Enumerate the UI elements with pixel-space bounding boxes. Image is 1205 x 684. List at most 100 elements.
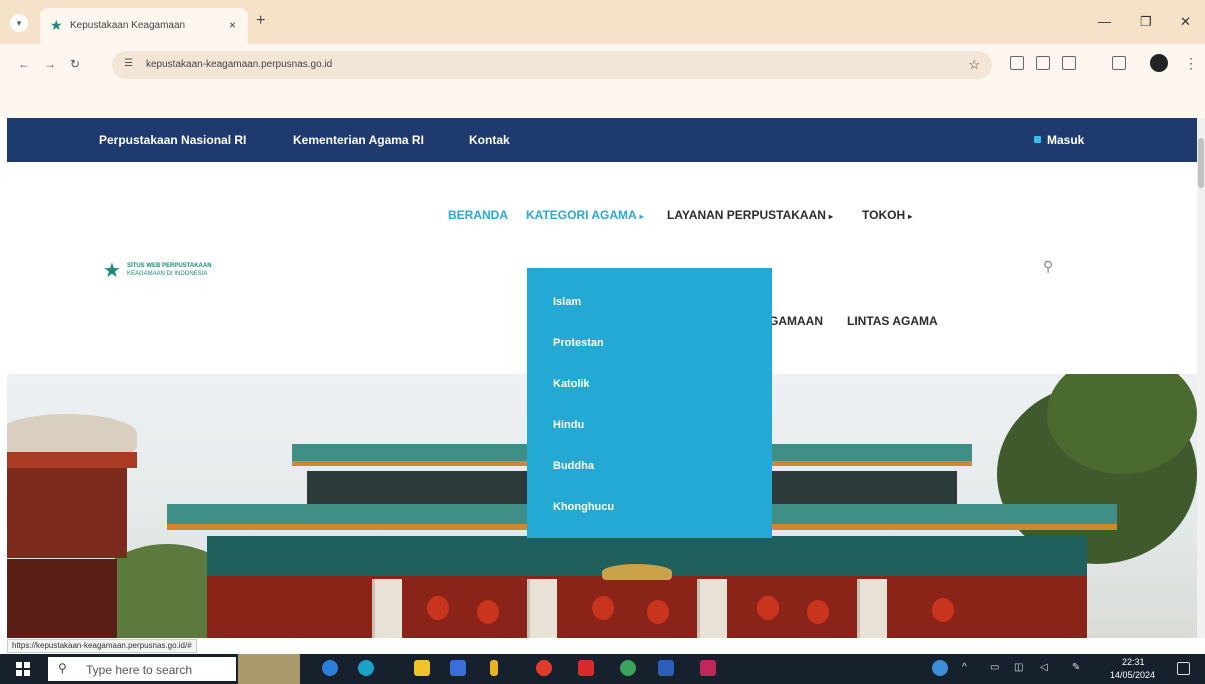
lantern-shape <box>427 596 449 620</box>
screenshot-icon[interactable] <box>1036 56 1050 70</box>
battery-icon[interactable]: ▭ <box>990 662 999 673</box>
chrome-icon[interactable] <box>620 660 636 676</box>
chevron-down-icon: ▸ <box>828 212 833 221</box>
puzzle-icon[interactable] <box>1062 56 1076 70</box>
pagoda-base <box>7 559 117 638</box>
opera-icon[interactable] <box>536 660 552 676</box>
extension-icon[interactable] <box>1010 56 1024 70</box>
volume-icon[interactable]: ◁ <box>1040 662 1048 673</box>
search-icon[interactable]: ⚲ <box>1043 258 1053 275</box>
new-tab-button[interactable]: + <box>256 12 265 30</box>
pdf-icon[interactable] <box>578 660 594 676</box>
lantern-shape <box>932 598 954 622</box>
profile-avatar[interactable] <box>1150 54 1168 72</box>
dropdown-item-islam[interactable]: Islam <box>553 296 581 308</box>
topbar-link-kemenag[interactable]: Kementerian Agama RI <box>293 133 424 147</box>
browser-toolbar: ← → ↻ ☰ kepustakaan-keagamaan.perpusnas.… <box>0 44 1205 84</box>
file-explorer-icon[interactable] <box>414 660 430 676</box>
site-logo[interactable]: ★ SITUS WEB PERPUSTAKAAN KEAGAMAAN DI IN… <box>103 260 243 282</box>
website: Perpustakaan Nasional RI Kementerian Aga… <box>7 118 1197 638</box>
lantern-shape <box>477 600 499 624</box>
chevron-down-icon: ▸ <box>639 212 644 221</box>
dropdown-item-buddha[interactable]: Buddha <box>553 460 594 472</box>
link-status-tooltip: https://kepustakaan-keagamaan.perpusnas.… <box>7 639 197 653</box>
network-icon[interactable]: ◫ <box>1014 662 1023 673</box>
close-window-icon[interactable]: ✕ <box>1180 14 1191 30</box>
temple-pillar <box>697 579 727 638</box>
app-icon[interactable] <box>490 660 498 676</box>
restore-icon[interactable]: ❐ <box>1140 14 1152 30</box>
temple-pillar <box>527 579 557 638</box>
logo-text-line2: KEAGAMAAN DI INDONESIA <box>127 271 208 277</box>
browser-tab-strip: ▾ ★ Kepustakaan Keagamaan × + — ❐ ✕ <box>0 0 1205 44</box>
lantern-shape <box>647 600 669 624</box>
tab-title: Kepustakaan Keagamaan <box>70 20 186 31</box>
address-bar[interactable]: ☰ kepustakaan-keagamaan.perpusnas.go.id … <box>112 51 992 79</box>
nav-beranda[interactable]: BERANDA <box>448 208 508 222</box>
logo-text-line1: SITUS WEB PERPUSTAKAAN <box>127 263 212 269</box>
chevron-down-icon: ▸ <box>908 212 913 221</box>
kategori-agama-dropdown: Islam Protestan Katolik Hindu Buddha Kho… <box>527 268 772 538</box>
word-icon[interactable] <box>658 660 674 676</box>
weather-icon[interactable] <box>932 660 948 676</box>
pagoda-roof <box>7 414 137 454</box>
topbar-link-kontak[interactable]: Kontak <box>469 133 510 147</box>
login-icon <box>1034 136 1041 143</box>
lantern-shape <box>807 600 829 624</box>
edge-icon[interactable] <box>358 660 374 676</box>
nav-lintas-agama[interactable]: LINTAS AGAMA <box>847 314 938 328</box>
clock-date[interactable]: 14/05/2024 <box>1110 670 1155 680</box>
login-link[interactable]: Masuk <box>1047 133 1084 147</box>
nav-kategori-agama-label: KATEGORI AGAMA <box>526 208 637 222</box>
reload-icon[interactable]: ↻ <box>70 57 80 71</box>
lantern-shape <box>592 596 614 620</box>
pagoda-eave <box>7 452 137 468</box>
nav-layanan-label: LAYANAN PERPUSTAKAAN <box>667 208 826 222</box>
dropdown-item-protestan[interactable]: Protestan <box>553 337 604 349</box>
store-icon[interactable] <box>450 660 466 676</box>
temple-ornament <box>602 564 672 580</box>
temple-pillar <box>372 579 402 638</box>
lantern-shape <box>757 596 779 620</box>
menu-icon[interactable]: ⋮ <box>1184 55 1198 72</box>
search-icon: ⚲ <box>58 661 67 675</box>
site-topbar: Perpustakaan Nasional RI Kementerian Aga… <box>7 118 1197 162</box>
taskbar-news-thumbnail[interactable] <box>238 654 300 684</box>
bookmark-star-icon[interactable]: ☆ <box>968 57 980 73</box>
back-icon[interactable]: ← <box>18 57 30 71</box>
reading-list-icon[interactable] <box>1112 56 1126 70</box>
windows-start-icon[interactable] <box>16 662 30 676</box>
minimize-icon[interactable]: — <box>1098 14 1111 29</box>
nav-keagamaan[interactable]: GAMAAN <box>769 314 823 328</box>
windows-taskbar: ⚲ Type here to search ^ ▭ ◫ ◁ ✎ 22:31 14… <box>0 654 1205 684</box>
task-view-icon[interactable] <box>322 660 338 676</box>
nav-layanan-perpustakaan[interactable]: LAYANAN PERPUSTAKAAN ▸ <box>667 208 833 222</box>
browser-tab[interactable]: ★ Kepustakaan Keagamaan × <box>40 8 248 44</box>
nav-tokoh-label: TOKOH <box>862 208 906 222</box>
clock-time[interactable]: 22:31 <box>1122 657 1145 667</box>
site-info-icon[interactable]: ☰ <box>124 58 133 69</box>
app-icon[interactable] <box>700 660 716 676</box>
tab-search-icon[interactable]: ▾ <box>10 14 28 32</box>
dropdown-item-katolik[interactable]: Katolik <box>553 378 590 390</box>
page-scrollbar[interactable] <box>1197 118 1205 638</box>
temple-pillar <box>857 579 887 638</box>
url-text[interactable]: kepustakaan-keagamaan.perpusnas.go.id <box>146 59 332 70</box>
toolbar-spacer <box>0 84 1205 118</box>
dropdown-item-hindu[interactable]: Hindu <box>553 419 584 431</box>
scrollbar-thumb[interactable] <box>1198 138 1204 188</box>
pen-icon[interactable]: ✎ <box>1072 662 1080 673</box>
star-logo-icon: ★ <box>103 260 121 282</box>
taskbar-search-placeholder: Type here to search <box>86 663 193 677</box>
tab-close-icon[interactable]: × <box>229 18 236 32</box>
dropdown-item-khonghucu[interactable]: Khonghucu <box>553 501 614 513</box>
forward-icon[interactable]: → <box>44 57 56 71</box>
chevron-up-icon[interactable]: ^ <box>962 662 967 673</box>
pagoda-body <box>7 468 127 558</box>
taskbar-search-box[interactable]: ⚲ Type here to search <box>48 657 236 681</box>
nav-tokoh[interactable]: TOKOH ▸ <box>862 208 912 222</box>
notification-icon[interactable] <box>1177 662 1190 675</box>
topbar-link-perpusnas[interactable]: Perpustakaan Nasional RI <box>99 133 246 147</box>
nav-kategori-agama[interactable]: KATEGORI AGAMA ▸ <box>526 208 644 222</box>
star-favicon-icon: ★ <box>50 17 63 33</box>
